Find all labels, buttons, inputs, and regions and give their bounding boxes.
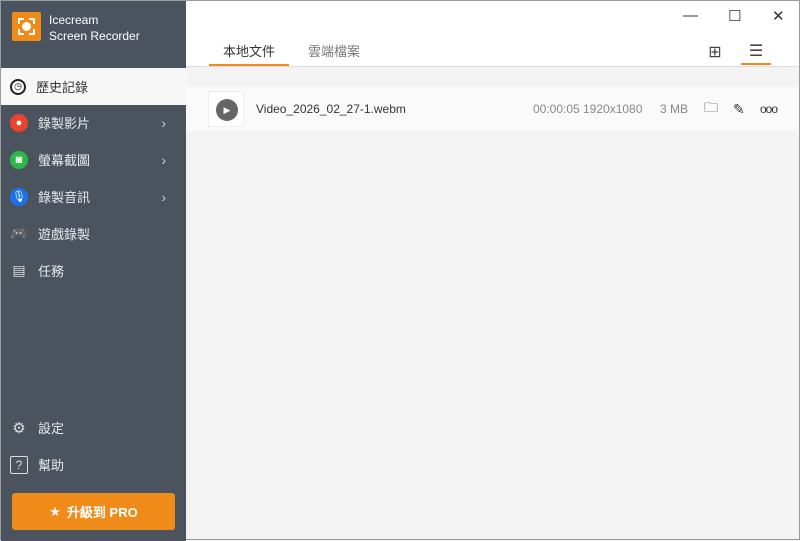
task-icon: ▤ — [12, 262, 26, 278]
file-name: Video_2026_02_27-1.webm — [256, 102, 406, 116]
upgrade-label: 升級到 PRO — [66, 505, 138, 520]
clock-icon: ◷ — [10, 78, 26, 95]
sidebar-item-label: 錄製影片 — [38, 116, 91, 131]
sidebar-item-label: 任務 — [38, 264, 65, 279]
sidebar-item-label: 設定 — [38, 421, 65, 436]
sidebar-item-record-audio[interactable]: 🎙 錄製音訊 › — [1, 178, 186, 215]
sidebar-item-settings[interactable]: ⚙ 設定 — [1, 409, 186, 446]
list-view-button[interactable]: ☰ — [741, 39, 771, 65]
gamepad-icon: 🎮 — [10, 225, 28, 241]
grid-icon: ⊞ — [708, 44, 722, 61]
tab-cloud-files[interactable]: 雲端檔案 — [294, 41, 374, 66]
edit-icon[interactable]: ✎ — [733, 101, 745, 118]
sidebar-item-game[interactable]: 🎮 遊戲錄製 — [1, 215, 186, 252]
chevron-right-icon: › — [161, 151, 166, 168]
more-options-icon[interactable]: ooo — [760, 102, 778, 116]
sidebar-item-label: 遊戲錄製 — [38, 227, 91, 242]
sidebar-item-record-video[interactable]: ● 錄製影片 › — [1, 104, 186, 141]
file-size: 3 MB — [660, 102, 689, 116]
app-logo — [12, 12, 41, 41]
sidebar-item-label: 幫助 — [38, 458, 65, 473]
chevron-right-icon: › — [161, 114, 166, 131]
sidebar-item-screenshot[interactable]: ◙ 螢幕截圖 › — [1, 141, 186, 178]
maximize-button[interactable]: ☐ — [728, 7, 741, 25]
file-resolution: 1920x1080 — [583, 102, 643, 116]
record-icon: ● — [10, 113, 28, 132]
sidebar-item-label: 螢幕截圖 — [38, 153, 91, 168]
app-name-line1: Icecream — [49, 13, 99, 27]
tab-local-files[interactable]: 本地文件 — [209, 41, 290, 66]
close-button[interactable]: ✕ — [772, 7, 785, 25]
sidebar-item-tasks[interactable]: ▤ 任務 — [1, 252, 186, 289]
app-name: Icecream Screen Recorder — [49, 12, 140, 44]
grid-view-button[interactable]: ⊞ — [700, 39, 730, 65]
minimize-button[interactable]: — — [683, 7, 698, 24]
star-icon: ★ — [49, 503, 61, 519]
gear-icon: ⚙ — [12, 419, 26, 437]
app-name-line2: Screen Recorder — [49, 29, 140, 43]
file-row[interactable]: ▶ Video_2026_02_27-1.webm 00:00:05 1920x… — [186, 87, 799, 131]
open-folder-icon[interactable]: 🗀 — [704, 97, 718, 121]
chevron-right-icon: › — [161, 188, 166, 205]
play-icon[interactable]: ▶ — [216, 99, 238, 121]
sidebar: Icecream Screen Recorder ◷ 歷史記錄 ● 錄製影片 › ◙ 螢幕… — [1, 1, 187, 541]
sidebar-item-label: 錄製音訊 — [38, 190, 91, 205]
list-icon: ☰ — [748, 43, 764, 60]
sidebar-item-label: 歷史記錄 — [36, 80, 89, 95]
camera-icon: ◙ — [10, 150, 28, 169]
help-icon: ? — [10, 455, 28, 474]
microphone-icon: 🎙 — [10, 187, 28, 206]
app-window: Icecream Screen Recorder ◷ 歷史記錄 ● 錄製影片 › ◙ 螢幕… — [0, 0, 800, 541]
top-bar: 本地文件 雲端檔案 — ☐ ✕ ⊞ ☰ — [186, 1, 799, 67]
file-duration: 00:00:05 — [533, 102, 580, 116]
sidebar-item-history[interactable]: ◷ 歷史記錄 — [1, 68, 187, 105]
upgrade-pro-button[interactable]: ★ 升級到 PRO — [12, 493, 175, 530]
sidebar-item-help[interactable]: ? 幫助 — [1, 446, 186, 483]
video-thumbnail[interactable]: ▶ — [208, 91, 244, 127]
